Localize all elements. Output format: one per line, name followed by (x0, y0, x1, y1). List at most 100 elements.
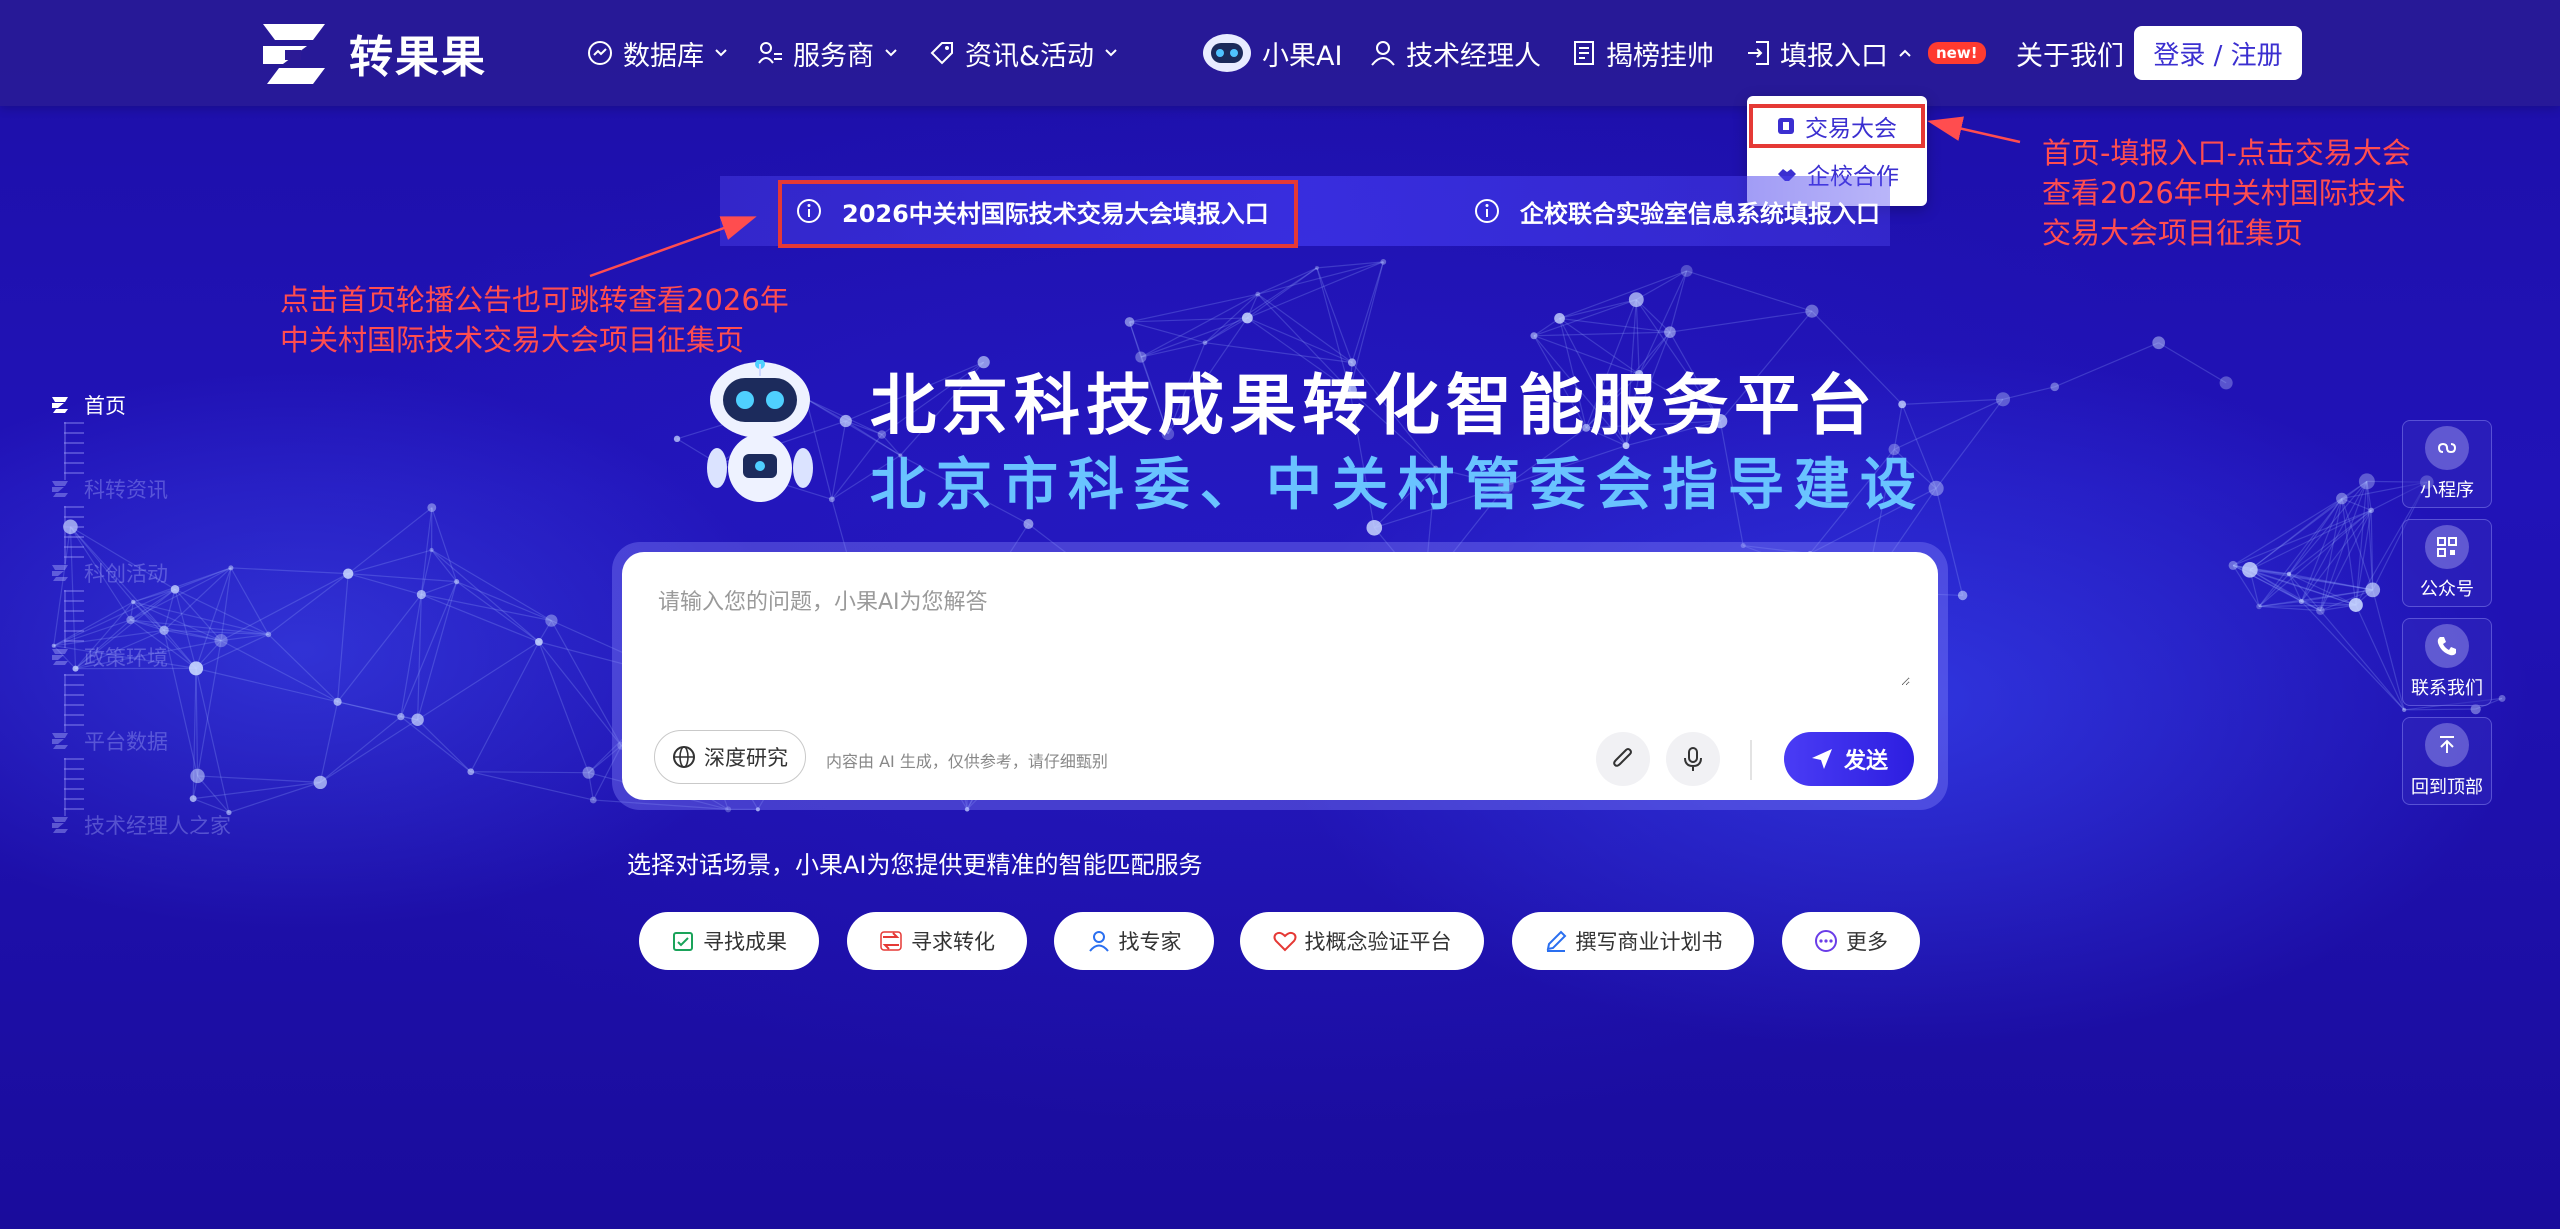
float-label: 联系我们 (2411, 678, 2483, 699)
badge-icon (1778, 118, 1794, 134)
side-item-tech-manager-home[interactable]: 技术经理人之家 (50, 810, 231, 840)
ai-disclaimer: 内容由 AI 生成，仅供参考，请仔细甄别 (826, 752, 1108, 771)
send-arrow-icon (1811, 749, 1832, 769)
float-label: 公众号 (2420, 579, 2474, 600)
attach-button[interactable] (1596, 732, 1650, 786)
logo-mark-icon (52, 817, 68, 833)
side-connector (64, 506, 84, 564)
scene-hint: 选择对话场景，小果AI为您提供更精准的智能匹配服务 (627, 851, 1203, 879)
robot-head-icon (1203, 34, 1251, 72)
nav-tech-manager[interactable]: 技术经理人 (1370, 30, 1541, 76)
annotation-line: 查看2026年中关村国际技术 (2042, 176, 2406, 210)
chip-poc-platform[interactable]: 找概念验证平台 (1240, 912, 1484, 970)
chat-panel: 深度研究 内容由 AI 生成，仅供参考，请仔细甄别 发送 (612, 542, 1948, 810)
login-door-icon (1748, 41, 1769, 65)
annotation-line: 交易大会项目征集页 (2042, 216, 2304, 250)
voice-button[interactable] (1666, 732, 1720, 786)
brand-name: 转果果 (349, 32, 487, 83)
side-item-label: 科创活动 (84, 562, 168, 586)
float-back-to-top[interactable]: 回到顶部 (2402, 717, 2492, 805)
nav-report-entry[interactable]: 填报入口 new! (1746, 30, 1986, 76)
user-icon (1088, 931, 1109, 952)
side-connector (64, 674, 84, 732)
nav-service-provider-label: 服务商 (793, 40, 874, 72)
heart-icon (1273, 931, 1296, 952)
nav-bounty[interactable]: 揭榜挂帅 (1572, 30, 1714, 76)
float-label: 小程序 (2420, 480, 2474, 501)
microphone-icon (1684, 747, 1702, 771)
nav-database[interactable]: 数据库 (587, 30, 728, 76)
more-dots-icon (1815, 930, 1837, 952)
info-icon (1475, 199, 1499, 223)
nav-news-events[interactable]: 资讯&活动 (929, 30, 1118, 76)
annotation-right: 首页-填报入口-点击交易大会 查看2026年中关村国际技术 交易大会项目征集页 (2042, 133, 2411, 253)
side-item-home[interactable]: 首页 (50, 390, 126, 420)
mini-program-icon (2425, 426, 2469, 470)
brand-logo[interactable]: 转果果 (255, 20, 487, 86)
chip-more[interactable]: 更多 (1782, 912, 1920, 970)
chip-label: 找概念验证平台 (1304, 930, 1452, 954)
globe-icon (673, 746, 695, 768)
user-icon (1371, 41, 1395, 66)
chip-business-plan[interactable]: 撰写商业计划书 (1512, 912, 1754, 970)
side-connector (64, 590, 84, 648)
chart-circle-icon (588, 41, 612, 65)
phone-icon (2425, 624, 2469, 668)
send-label: 发送 (1843, 749, 1888, 774)
annotation-line: 点击首页轮播公告也可跳转查看2026年 (280, 283, 789, 317)
nav-about-label: 关于我们 (2016, 40, 2124, 72)
hero-title: 北京科技成果转化智能服务平台 (870, 367, 1878, 444)
logo-mark-icon (52, 481, 68, 497)
nav-ai[interactable]: 小果AI (1202, 30, 1342, 76)
side-item-data[interactable]: 平台数据 (50, 726, 168, 756)
chip-find-results[interactable]: 寻找成果 (639, 912, 819, 970)
annotation-line: 中关村国际技术交易大会项目征集页 (280, 323, 745, 357)
divider (1750, 740, 1752, 780)
side-item-label: 科转资讯 (84, 478, 168, 502)
side-connector (64, 758, 84, 816)
top-navbar: 转果果 数据库 服务商 资讯&活动 小果AI 技术经理人 揭榜挂帅 填报入口 n… (0, 0, 2560, 106)
side-item-label: 平台数据 (84, 730, 168, 754)
side-item-policy[interactable]: 政策环境 (50, 642, 168, 672)
annotation-left: 点击首页轮播公告也可跳转查看2026年 中关村国际技术交易大会项目征集页 (280, 280, 789, 360)
new-badge: new! (1928, 42, 1986, 64)
deep-research-button[interactable]: 深度研究 (654, 730, 806, 784)
nav-bounty-label: 揭榜挂帅 (1606, 40, 1714, 72)
logo-mark-icon (52, 649, 68, 665)
nav-news-events-label: 资讯&活动 (965, 40, 1095, 72)
notice-item-lab-system[interactable]: 企校联合实验室信息系统填报入口 (1474, 176, 1880, 246)
qr-code-icon (2425, 525, 2469, 569)
chip-label: 更多 (1846, 930, 1888, 954)
chevron-down-icon (715, 49, 727, 57)
login-register-button[interactable]: 登录 / 注册 (2134, 26, 2302, 80)
nav-about[interactable]: 关于我们 (2016, 30, 2124, 76)
nav-service-provider[interactable]: 服务商 (757, 30, 898, 76)
hero-subtitle: 北京市科委、中关村管委会指导建设 (870, 453, 1926, 518)
document-icon (1574, 41, 1594, 65)
annotation-highlight-notice (778, 180, 1298, 248)
robot-mascot-icon (707, 360, 813, 502)
logo-mark-icon (52, 397, 68, 413)
chip-find-expert[interactable]: 找专家 (1054, 912, 1214, 970)
logo-mark-icon (52, 733, 68, 749)
side-item-activities[interactable]: 科创活动 (50, 558, 168, 588)
float-label: 回到顶部 (2411, 777, 2483, 798)
float-official-account[interactable]: 公众号 (2402, 519, 2492, 607)
float-contact-us[interactable]: 联系我们 (2402, 618, 2492, 706)
float-mini-program[interactable]: 小程序 (2402, 420, 2492, 508)
chip-label: 寻求转化 (911, 930, 995, 954)
send-button[interactable]: 发送 (1784, 732, 1914, 786)
chip-seek-transfer[interactable]: 寻求转化 (847, 912, 1027, 970)
calendar-check-icon (673, 932, 693, 951)
arrow-up-icon (2425, 723, 2469, 767)
chip-label: 撰写商业计划书 (1575, 930, 1723, 954)
dropdown-item-trade-fair[interactable]: 交易大会 (1747, 102, 1927, 150)
chat-box: 深度研究 内容由 AI 生成，仅供参考，请仔细甄别 发送 (622, 552, 1938, 800)
nav-report-entry-label: 填报入口 (1780, 40, 1888, 72)
side-item-label: 技术经理人之家 (84, 814, 231, 838)
side-item-news[interactable]: 科转资讯 (50, 474, 168, 504)
chevron-down-icon (885, 49, 897, 57)
side-item-label: 政策环境 (84, 646, 168, 670)
chevron-down-icon (1105, 49, 1117, 57)
chat-input[interactable] (656, 582, 1910, 686)
